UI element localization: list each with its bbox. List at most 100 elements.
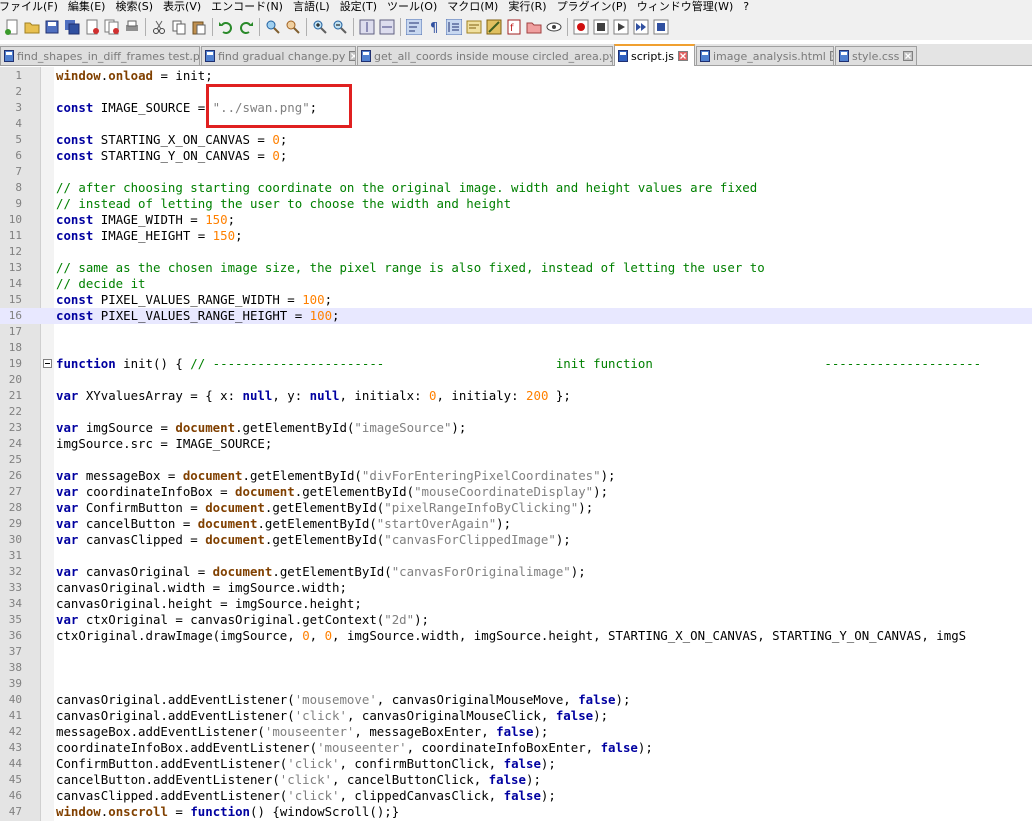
- code-line[interactable]: 37: [0, 644, 1032, 660]
- undo-icon[interactable]: [218, 19, 234, 35]
- code-line[interactable]: 17: [0, 324, 1032, 340]
- code-line[interactable]: 4: [0, 116, 1032, 132]
- menu-item-9[interactable]: 実行(R): [503, 0, 551, 14]
- tab-find-shapes-in-diff-frames-test-py[interactable]: find_shapes_in_diff_frames test.py: [0, 46, 200, 65]
- code-line[interactable]: 25: [0, 452, 1032, 468]
- tab-image-analysis-html[interactable]: image_analysis.html: [696, 46, 834, 65]
- print-icon[interactable]: [124, 19, 140, 35]
- tab-close-icon[interactable]: [677, 51, 688, 61]
- open-file-icon[interactable]: [24, 19, 40, 35]
- save-all-icon[interactable]: [64, 19, 80, 35]
- code-line[interactable]: 38: [0, 660, 1032, 676]
- code-line[interactable]: 13 // same as the chosen image size, the …: [0, 260, 1032, 276]
- code-line[interactable]: 39: [0, 676, 1032, 692]
- code-line[interactable]: 43 coordinateInfoBox.addEventListener('mo…: [0, 740, 1032, 756]
- menu-item-0[interactable]: ファイル(F): [0, 0, 63, 14]
- code-line[interactable]: 41 canvasOriginal.addEventListener('click…: [0, 708, 1032, 724]
- word-wrap-icon[interactable]: [406, 19, 422, 35]
- code-line[interactable]: 34 canvasOriginal.height = imgSource.heig…: [0, 596, 1032, 612]
- code-line[interactable]: 33 canvasOriginal.width = imgSource.width…: [0, 580, 1032, 596]
- replace-icon[interactable]: [285, 19, 301, 35]
- menu-item-12[interactable]: ?: [738, 0, 754, 14]
- show-all-chars-icon[interactable]: ¶: [426, 19, 442, 35]
- code-line[interactable]: 28 var ConfirmButton = document.getElemen…: [0, 500, 1032, 516]
- code-line[interactable]: 20: [0, 372, 1032, 388]
- menu-item-7[interactable]: ツール(O): [382, 0, 442, 14]
- code-line[interactable]: 27 var coordinateInfoBox = document.getEl…: [0, 484, 1032, 500]
- fold-toggle-icon[interactable]: [43, 359, 52, 368]
- code-line[interactable]: 11 const IMAGE_HEIGHT = 150;: [0, 228, 1032, 244]
- run-macro-multiple-icon[interactable]: [633, 19, 649, 35]
- code-line[interactable]: 31: [0, 548, 1032, 564]
- copy-icon[interactable]: [171, 19, 187, 35]
- menu-item-6[interactable]: 設定(T): [335, 0, 382, 14]
- udl-icon[interactable]: [466, 19, 482, 35]
- paste-icon[interactable]: [191, 19, 207, 35]
- code-line[interactable]: 19 function init() { // -----------------…: [0, 356, 1032, 372]
- record-macro-icon[interactable]: [573, 19, 589, 35]
- code-line[interactable]: 22: [0, 404, 1032, 420]
- tab-style-css[interactable]: style.css: [835, 46, 917, 65]
- tab-script-js[interactable]: script.js: [614, 44, 695, 66]
- play-macro-icon[interactable]: [613, 19, 629, 35]
- indent-guide-icon[interactable]: [446, 19, 462, 35]
- code-line[interactable]: 16 const PIXEL_VALUES_RANGE_HEIGHT = 100;: [0, 308, 1032, 324]
- monitor-icon[interactable]: [546, 19, 562, 35]
- sync-h-icon[interactable]: [379, 19, 395, 35]
- tab-close-icon[interactable]: [349, 51, 355, 61]
- code-line[interactable]: 36 ctxOriginal.drawImage(imgSource, 0, 0,…: [0, 628, 1032, 644]
- close-all-icon[interactable]: [104, 19, 120, 35]
- tab-close-icon[interactable]: [903, 51, 914, 61]
- code-line[interactable]: 10 const IMAGE_WIDTH = 150;: [0, 212, 1032, 228]
- menu-item-4[interactable]: エンコード(N): [206, 0, 288, 14]
- code-line[interactable]: 14 // decide it: [0, 276, 1032, 292]
- code-line[interactable]: 30 var canvasClipped = document.getElemen…: [0, 532, 1032, 548]
- new-file-icon[interactable]: [4, 19, 20, 35]
- stop-macro-icon[interactable]: [593, 19, 609, 35]
- redo-icon[interactable]: [238, 19, 254, 35]
- tab-get-all-coords-inside-mouse-circled-area-py[interactable]: get_all_coords inside mouse circled_area…: [357, 46, 613, 65]
- code-line[interactable]: 15 const PIXEL_VALUES_RANGE_WIDTH = 100;: [0, 292, 1032, 308]
- code-line[interactable]: 47 window.onscroll = function() {windowSc…: [0, 804, 1032, 820]
- code-line[interactable]: 5 const STARTING_X_ON_CANVAS = 0;: [0, 132, 1032, 148]
- code-line[interactable]: 21 var XYvaluesArray = { x: null, y: null…: [0, 388, 1032, 404]
- code-line[interactable]: 26 var messageBox = document.getElementBy…: [0, 468, 1032, 484]
- code-line[interactable]: 29 var cancelButton = document.getElement…: [0, 516, 1032, 532]
- code-line[interactable]: 12: [0, 244, 1032, 260]
- menu-item-3[interactable]: 表示(V): [158, 0, 206, 14]
- folder-workspace-icon[interactable]: [526, 19, 542, 35]
- code-line[interactable]: 32 var canvasOriginal = document.getEleme…: [0, 564, 1032, 580]
- doc-map-icon[interactable]: [486, 19, 502, 35]
- code-line[interactable]: 3 const IMAGE_SOURCE = "../swan.png";: [0, 100, 1032, 116]
- code-line[interactable]: 46 canvasClipped.addEventListener('click'…: [0, 788, 1032, 804]
- menu-item-8[interactable]: マクロ(M): [442, 0, 503, 14]
- code-line[interactable]: 6 const STARTING_Y_ON_CANVAS = 0;: [0, 148, 1032, 164]
- menu-item-11[interactable]: ウィンドウ管理(W): [632, 0, 738, 14]
- code-line[interactable]: 7: [0, 164, 1032, 180]
- zoom-in-icon[interactable]: [312, 19, 328, 35]
- code-line[interactable]: 45 cancelButton.addEventListener('click',…: [0, 772, 1032, 788]
- tab-find-gradual-change-py[interactable]: find gradual change.py: [201, 46, 356, 65]
- function-list-icon[interactable]: f: [506, 19, 522, 35]
- code-line[interactable]: 9 // instead of letting the user to choos…: [0, 196, 1032, 212]
- save-icon[interactable]: [44, 19, 60, 35]
- code-line[interactable]: 42 messageBox.addEventListener('mouseente…: [0, 724, 1032, 740]
- code-line[interactable]: 24 imgSource.src = IMAGE_SOURCE;: [0, 436, 1032, 452]
- code-line[interactable]: 40 canvasOriginal.addEventListener('mouse…: [0, 692, 1032, 708]
- menu-item-1[interactable]: 編集(E): [63, 0, 111, 14]
- cut-icon[interactable]: [151, 19, 167, 35]
- sync-v-icon[interactable]: [359, 19, 375, 35]
- tab-close-icon[interactable]: [829, 51, 833, 61]
- menu-item-5[interactable]: 言語(L): [288, 0, 335, 14]
- code-line[interactable]: 8 // after choosing starting coordinate o…: [0, 180, 1032, 196]
- menu-item-10[interactable]: プラグイン(P): [552, 0, 632, 14]
- code-line[interactable]: 23 var imgSource = document.getElementByI…: [0, 420, 1032, 436]
- zoom-out-icon[interactable]: [332, 19, 348, 35]
- code-line[interactable]: 35 var ctxOriginal = canvasOriginal.getCo…: [0, 612, 1032, 628]
- code-line[interactable]: 1 window.onload = init;: [0, 68, 1032, 84]
- code-line[interactable]: 44 ConfirmButton.addEventListener('click'…: [0, 756, 1032, 772]
- save-macro-icon[interactable]: [653, 19, 669, 35]
- code-line[interactable]: 18: [0, 340, 1032, 356]
- find-icon[interactable]: [265, 19, 281, 35]
- close-icon[interactable]: [84, 19, 100, 35]
